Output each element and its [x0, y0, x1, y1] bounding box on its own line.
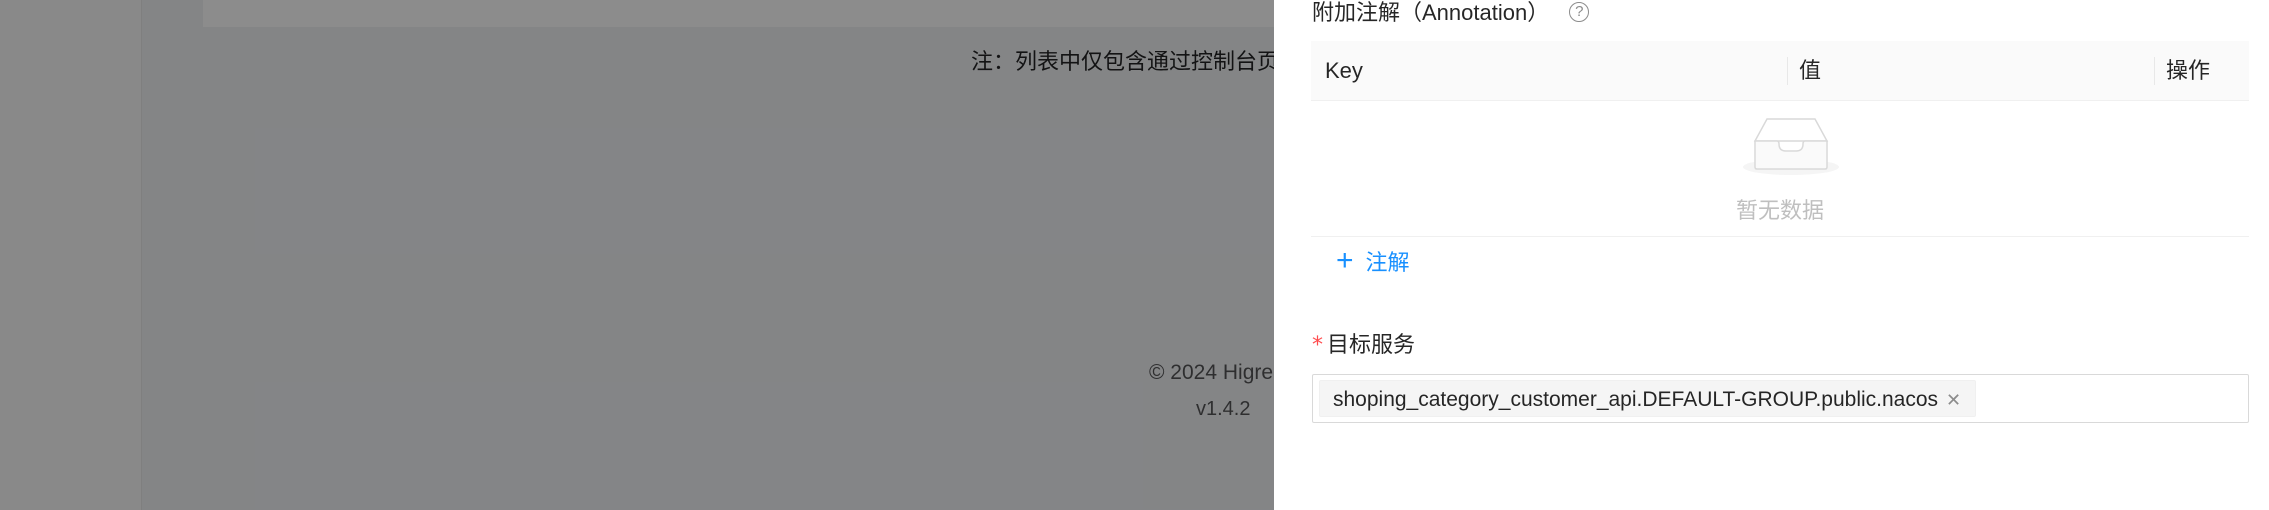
- target-service-label-text: 目标服务: [1327, 332, 1416, 357]
- required-mark: *: [1312, 333, 1323, 358]
- target-service-select[interactable]: shoping_category_customer_api.DEFAULT-GR…: [1312, 374, 2249, 423]
- empty-text: 暂无数据: [1735, 198, 1824, 223]
- column-divider: [1787, 57, 1788, 85]
- plus-icon: +: [1336, 244, 1354, 278]
- column-header-action: 操作: [2166, 58, 2211, 83]
- close-icon[interactable]: ✕: [1946, 390, 1961, 410]
- selected-service-tag-label: shoping_category_customer_api.DEFAULT-GR…: [1333, 388, 1939, 411]
- column-header-value: 值: [1799, 58, 1822, 83]
- annotation-table-header: Key 值 操作: [1311, 41, 2249, 101]
- annotation-section-label: 附加注解（Annotation） ?: [1312, 0, 1590, 26]
- inbox-empty-icon: [1743, 118, 1839, 175]
- add-annotation-button[interactable]: + 注解: [1336, 244, 1410, 279]
- annotation-label-text: 附加注解（Annotation）: [1312, 0, 1550, 25]
- column-divider: [2154, 57, 2155, 85]
- route-drawer: 附加注解（Annotation） ? Key 值 操作 暂无数据 + 注解 * 目标…: [1274, 0, 2269, 510]
- target-service-label: * 目标服务: [1312, 329, 1415, 361]
- selected-service-tag: shoping_category_customer_api.DEFAULT-GR…: [1319, 380, 1977, 417]
- annotation-table-empty: 暂无数据: [1311, 101, 2249, 237]
- add-annotation-label: 注解: [1365, 250, 1410, 275]
- column-header-key: Key: [1325, 58, 1363, 83]
- question-circle-icon[interactable]: ?: [1569, 2, 1590, 23]
